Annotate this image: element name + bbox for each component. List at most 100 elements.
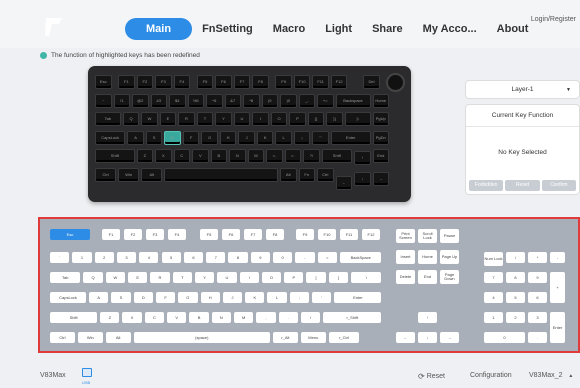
preview-key[interactable]: M	[247, 149, 265, 163]
preview-key[interactable]: PgDn	[372, 130, 389, 145]
key[interactable]: 0	[484, 332, 525, 343]
preview-key[interactable]: Shift	[95, 149, 135, 163]
layer-select[interactable]: Layer-1 ▼	[465, 80, 580, 99]
preview-key[interactable]: V	[192, 149, 209, 163]
key[interactable]: Page Down	[440, 270, 459, 284]
key[interactable]: Scroll Lock	[418, 229, 437, 243]
preview-key[interactable]: N	[229, 149, 246, 163]
key[interactable]: F1	[102, 229, 120, 240]
key[interactable]: ;	[289, 292, 310, 303]
key[interactable]: Z	[100, 312, 120, 323]
tab-macro[interactable]: Macro	[263, 18, 315, 40]
preview-key[interactable]: P	[289, 112, 306, 126]
preview-key[interactable]: }]	[326, 112, 343, 126]
preview-key[interactable]: H	[219, 130, 237, 145]
key[interactable]: T	[172, 272, 192, 283]
preview-key[interactable]: →	[372, 171, 389, 186]
preview-key[interactable]: Esc	[95, 75, 112, 89]
reset-key-button[interactable]: Reset	[505, 180, 540, 191]
preview-key[interactable]: U	[233, 112, 251, 126]
key-esc[interactable]: Esc	[50, 229, 90, 240]
key[interactable]: G	[178, 292, 198, 303]
preview-key[interactable]: Z	[136, 149, 154, 163]
preview-key[interactable]: )0	[280, 93, 297, 108]
preview-key[interactable]: |\	[344, 112, 371, 126]
tab-fnsetting[interactable]: FnSetting	[192, 18, 263, 40]
key-down[interactable]: ↓	[418, 332, 437, 343]
key[interactable]: X	[122, 312, 142, 323]
key[interactable]: =	[317, 252, 337, 263]
preview-key[interactable]: Ctrl	[317, 167, 334, 182]
preview-key[interactable]: F5	[196, 75, 214, 89]
key[interactable]: 2	[94, 252, 114, 263]
key[interactable]: 7	[484, 272, 503, 283]
preview-key[interactable]	[164, 167, 278, 182]
preview-key[interactable]: F2	[136, 75, 154, 89]
preview-key[interactable]: F1	[118, 75, 135, 89]
key[interactable]: F4	[168, 229, 186, 240]
key[interactable]: C	[144, 312, 165, 323]
confirm-button[interactable]: Confirm	[541, 180, 576, 191]
preview-key[interactable]: Backspace	[335, 93, 371, 108]
preview-key[interactable]: Alt	[141, 167, 163, 182]
preview-key[interactable]: +=	[317, 93, 334, 108]
preview-key[interactable]: $4	[169, 93, 186, 108]
preview-key[interactable]: F11	[312, 75, 329, 89]
key[interactable]: Tab	[50, 272, 81, 283]
preview-key[interactable]: (9	[261, 93, 278, 108]
key[interactable]: V	[167, 312, 187, 323]
preview-key[interactable]: J	[238, 130, 255, 145]
preview-key[interactable]: Fn	[298, 167, 315, 182]
preview-key[interactable]: _-	[298, 93, 315, 108]
key[interactable]: 9	[250, 252, 270, 263]
key[interactable]: *	[528, 252, 547, 263]
key[interactable]: ]	[328, 272, 349, 283]
key[interactable]: /	[300, 312, 321, 323]
key[interactable]: Print Screen	[396, 229, 415, 243]
preview-key[interactable]: ?/	[303, 149, 320, 163]
key[interactable]: .	[528, 332, 547, 343]
key[interactable]: '	[312, 292, 332, 303]
key[interactable]: F12	[362, 229, 380, 240]
key[interactable]: Ctrl	[50, 332, 75, 343]
tab-light[interactable]: Light	[315, 18, 362, 40]
key[interactable]: O	[261, 272, 282, 283]
preview-key[interactable]: Tab	[95, 112, 121, 126]
key[interactable]: /	[506, 252, 525, 263]
preview-key[interactable]: B	[210, 149, 228, 163]
volume-knob[interactable]	[386, 73, 405, 92]
key[interactable]: 8	[228, 252, 248, 263]
forbidden-button[interactable]: Forbidden	[469, 180, 504, 191]
key[interactable]: P	[284, 272, 304, 283]
key-enter[interactable]: Enter	[550, 312, 565, 343]
preview-key[interactable]: F	[182, 130, 200, 145]
key[interactable]: 5	[506, 292, 525, 303]
key[interactable]: 0	[273, 252, 293, 263]
key[interactable]: N	[211, 312, 231, 323]
key[interactable]: F10	[318, 229, 336, 240]
key[interactable]: W	[105, 272, 126, 283]
key[interactable]: 7	[206, 252, 226, 263]
key[interactable]: r_Alt	[273, 332, 298, 343]
preview-key[interactable]: !1	[113, 93, 130, 108]
preview-key[interactable]: &7	[224, 93, 241, 108]
preview-key[interactable]: F12	[330, 75, 348, 89]
preview-key[interactable]: ↓	[354, 171, 371, 186]
preview-key[interactable]: %5	[187, 93, 204, 108]
preview-key[interactable]: D	[164, 130, 181, 145]
tab-main[interactable]: Main	[125, 18, 193, 40]
key[interactable]: Alt	[105, 332, 131, 343]
preview-key[interactable]: Enter	[330, 130, 371, 145]
preview-key[interactable]: F8	[252, 75, 269, 89]
key[interactable]: F11	[340, 229, 358, 240]
key[interactable]: Insert	[396, 250, 415, 264]
key[interactable]: 8	[506, 272, 525, 283]
preview-key[interactable]: "'	[312, 130, 329, 145]
key-plus[interactable]: +	[550, 272, 565, 303]
preview-key[interactable]: G	[201, 130, 218, 145]
preview-key[interactable]: A	[127, 130, 144, 145]
preview-key[interactable]: K	[256, 130, 274, 145]
key[interactable]: Pause	[440, 229, 459, 243]
preview-key[interactable]: ^6	[206, 93, 223, 108]
key-left[interactable]: ←	[396, 332, 415, 343]
